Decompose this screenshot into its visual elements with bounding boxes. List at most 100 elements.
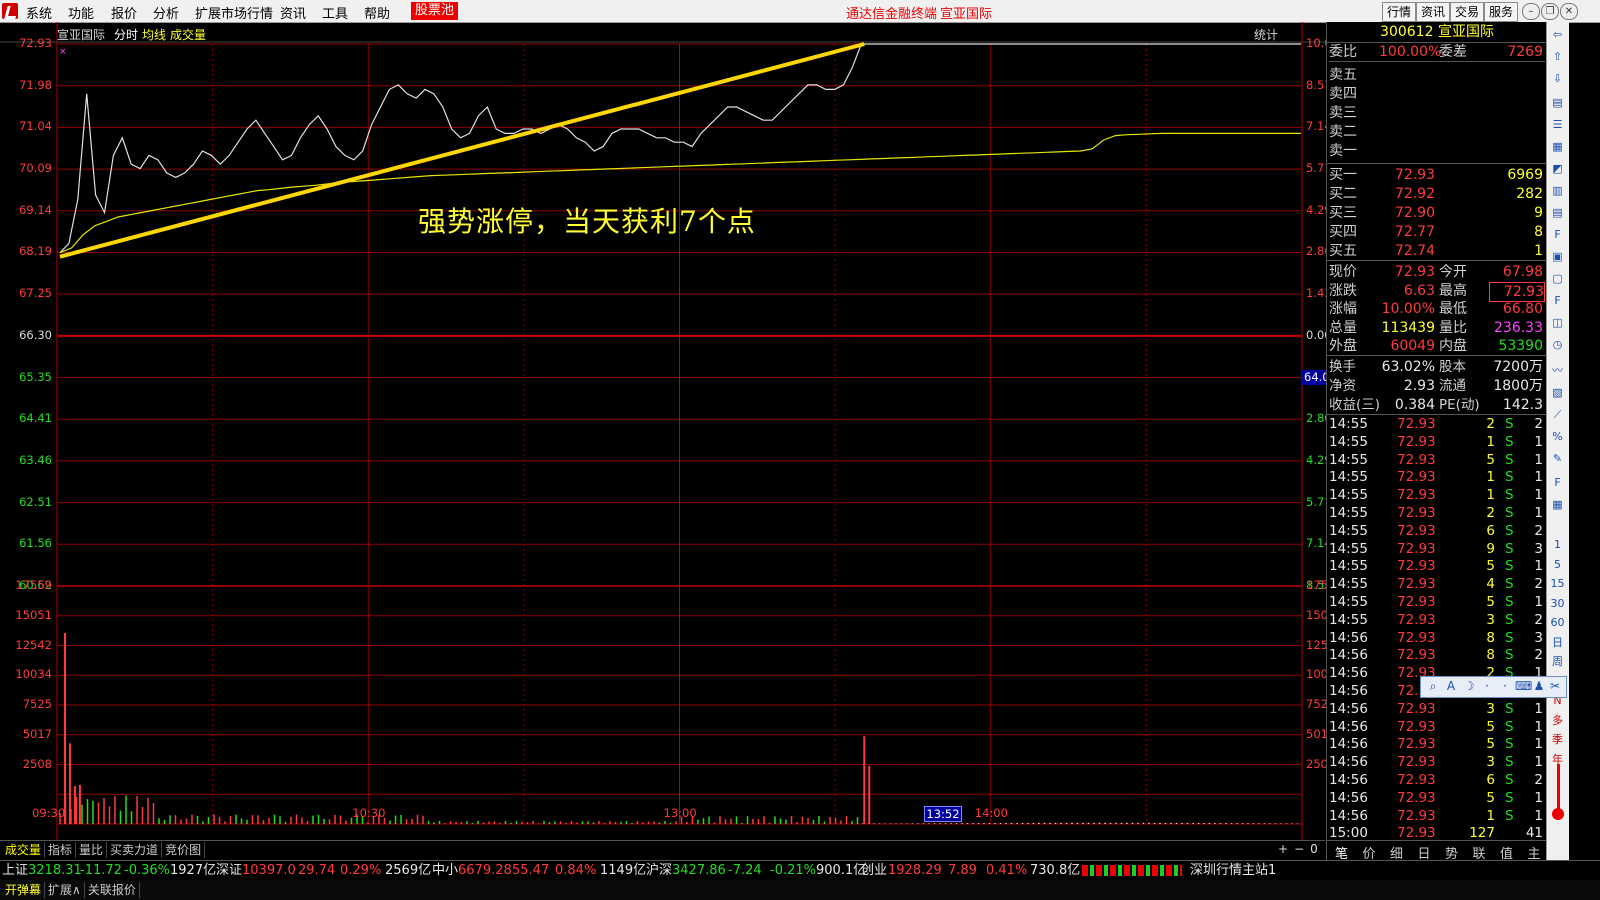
period-button[interactable]: 30 bbox=[1549, 595, 1566, 612]
period-button[interactable]: 5 bbox=[1549, 556, 1566, 573]
bid-row[interactable]: 买四 72.77 8 bbox=[1329, 223, 1545, 241]
keyboard-icon[interactable]: ⌨ bbox=[1515, 678, 1532, 694]
fund-value-2: 142.3 bbox=[1502, 397, 1543, 413]
tick-side: S bbox=[1505, 736, 1514, 753]
related-quote[interactable]: 关联报价 bbox=[85, 882, 140, 898]
tab-volume-ratio[interactable]: 量比 bbox=[76, 842, 108, 858]
bid-row[interactable]: 买一 72.93 6969 bbox=[1329, 166, 1545, 184]
period-button[interactable]: 周 bbox=[1549, 653, 1566, 670]
bid-row[interactable]: 买三 72.90 9 bbox=[1329, 204, 1545, 222]
f5-icon[interactable]: F bbox=[1549, 474, 1566, 491]
period-button[interactable]: 15 bbox=[1549, 575, 1566, 592]
scale-slider-knob[interactable] bbox=[1552, 808, 1564, 820]
kline-icon[interactable]: ▥ bbox=[1549, 182, 1566, 199]
scale-slider[interactable] bbox=[1557, 764, 1560, 812]
line-chart-icon[interactable]: ◩ bbox=[1549, 160, 1566, 177]
btn-trade[interactable]: 交易 bbox=[1450, 2, 1485, 22]
floating-toolbar: ⌕ A ☽ · · ⌨ ♟ ✂ bbox=[1420, 676, 1567, 698]
tick-row: 14:56 72.93 8 S 3 bbox=[1329, 630, 1545, 648]
sz-label: 深证 bbox=[216, 863, 243, 878]
moon-icon[interactable]: ☽ bbox=[1461, 678, 1477, 694]
menu-analysis[interactable]: 分析 bbox=[153, 3, 179, 22]
tab-auction-chart[interactable]: 竞价图 bbox=[162, 842, 206, 858]
intraday-chart[interactable]: × 宣亚国际 分时 均线 成交量 统计 强势涨停，当天获利7个点 72.93 71… bbox=[0, 22, 1350, 840]
wave-icon[interactable]: 〰 bbox=[1549, 362, 1566, 379]
btn-market[interactable]: 行情 bbox=[1382, 2, 1417, 22]
zoom-search-icon[interactable]: ⌕ bbox=[1425, 678, 1441, 694]
ask-row[interactable]: 卖三 bbox=[1329, 104, 1545, 122]
tick-count: 1 bbox=[1534, 718, 1543, 735]
chart-stat-button[interactable]: 统计 bbox=[1254, 26, 1278, 43]
tab-buy-sell-power[interactable]: 买卖力道 bbox=[107, 842, 163, 858]
back-arrow-icon[interactable]: ⇦ bbox=[1549, 26, 1566, 43]
chart2-icon[interactable]: ◫ bbox=[1549, 314, 1566, 331]
restore-icon[interactable]: ❐ bbox=[1541, 3, 1559, 20]
period-button[interactable]: 季 bbox=[1549, 731, 1566, 748]
zoom-reset-button[interactable]: 0 bbox=[1310, 842, 1318, 856]
extend-toggle[interactable]: 扩展∧ bbox=[45, 882, 85, 898]
indicator-tabs: 成交量 指标 量比 买卖力道 竞价图 bbox=[2, 842, 206, 858]
chart-stock-name: 宣亚国际 bbox=[57, 28, 106, 42]
tick-time: 14:55 bbox=[1329, 505, 1368, 521]
period-button[interactable]: 1 bbox=[1549, 536, 1566, 553]
ask-row[interactable]: 卖五 bbox=[1329, 66, 1545, 84]
bars-icon[interactable]: ▧ bbox=[1549, 384, 1566, 401]
layout-icon[interactable]: ▦ bbox=[1549, 496, 1566, 513]
bid-row[interactable]: 买二 72.92 282 bbox=[1329, 185, 1545, 203]
window-icon[interactable]: ▢ bbox=[1549, 270, 1566, 287]
tick-side: S bbox=[1505, 487, 1514, 504]
text-icon[interactable]: A bbox=[1443, 678, 1459, 694]
menu-ext-market[interactable]: 扩展市场行情 bbox=[195, 3, 273, 22]
price-axis-label: 68.19 bbox=[19, 244, 52, 259]
menu-tools[interactable]: 工具 bbox=[322, 3, 348, 22]
stat-label-2: 最低 bbox=[1439, 301, 1467, 317]
user-icon[interactable]: ♟ bbox=[1531, 678, 1547, 694]
bid-row[interactable]: 买五 72.74 1 bbox=[1329, 242, 1545, 260]
minimize-icon[interactable]: – bbox=[1522, 3, 1540, 20]
ask-row[interactable]: 卖四 bbox=[1329, 85, 1545, 103]
tab-indicator[interactable]: 指标 bbox=[45, 842, 77, 858]
quote-name: 宣亚国际 bbox=[1437, 24, 1494, 40]
dots-icon[interactable]: · bbox=[1479, 678, 1495, 694]
period-button[interactable]: 日 bbox=[1549, 634, 1566, 651]
tick-price: 72.93 bbox=[1397, 540, 1436, 557]
menu-system[interactable]: 系统 bbox=[26, 3, 52, 22]
grid-icon[interactable]: ▦ bbox=[1549, 138, 1566, 155]
zoom-out-button[interactable]: − bbox=[1294, 842, 1304, 856]
close-icon[interactable]: ✕ bbox=[1560, 3, 1578, 20]
tick-volume: 1 bbox=[1486, 469, 1495, 486]
pen-icon[interactable]: ✎ bbox=[1549, 450, 1566, 467]
btn-news[interactable]: 资讯 bbox=[1416, 2, 1451, 22]
wrench-icon[interactable]: ✂ bbox=[1547, 678, 1563, 694]
ask-row[interactable]: 卖二 bbox=[1329, 123, 1545, 141]
tab-volume[interactable]: 成交量 bbox=[2, 842, 46, 858]
menu-news[interactable]: 资讯 bbox=[280, 3, 306, 22]
server-name[interactable]: 深圳行情主站1 bbox=[1190, 861, 1276, 881]
f2-icon[interactable]: F bbox=[1549, 292, 1566, 309]
menu-quote[interactable]: 报价 bbox=[111, 3, 137, 22]
chart-mode-label[interactable]: 分时 bbox=[114, 26, 138, 43]
list-icon[interactable]: ☰ bbox=[1549, 116, 1566, 133]
image-icon[interactable]: ▣ bbox=[1549, 248, 1566, 265]
table-icon[interactable]: ▤ bbox=[1549, 204, 1566, 221]
news-icon[interactable]: ▤ bbox=[1549, 94, 1566, 111]
percent-icon[interactable]: % bbox=[1549, 428, 1566, 445]
up-arrow-icon[interactable]: ⇧ bbox=[1549, 48, 1566, 65]
trend-icon[interactable]: ⟋ bbox=[1549, 406, 1566, 423]
tick-count: 1 bbox=[1534, 754, 1543, 771]
f10-icon[interactable]: F bbox=[1549, 226, 1566, 243]
ask-row[interactable]: 卖一 bbox=[1329, 142, 1545, 160]
danmaku-toggle[interactable]: 开弹幕 bbox=[2, 882, 46, 898]
tick-price: 72.93 bbox=[1397, 754, 1436, 771]
menu-stock-pool[interactable]: 股票池 bbox=[411, 2, 459, 20]
menu-function[interactable]: 功能 bbox=[68, 3, 94, 22]
clock-icon[interactable]: ◷ bbox=[1549, 336, 1566, 353]
zoom-in-button[interactable]: + bbox=[1278, 842, 1288, 856]
more-icon[interactable]: · bbox=[1497, 678, 1513, 694]
menu-help[interactable]: 帮助 bbox=[364, 3, 390, 22]
btn-service[interactable]: 服务 bbox=[1484, 2, 1519, 22]
down-arrow-icon[interactable]: ⇩ bbox=[1549, 70, 1566, 87]
stat-value: 6.63 bbox=[1403, 282, 1435, 299]
period-button[interactable]: 60 bbox=[1549, 614, 1566, 631]
period-button[interactable]: 多 bbox=[1549, 712, 1566, 729]
